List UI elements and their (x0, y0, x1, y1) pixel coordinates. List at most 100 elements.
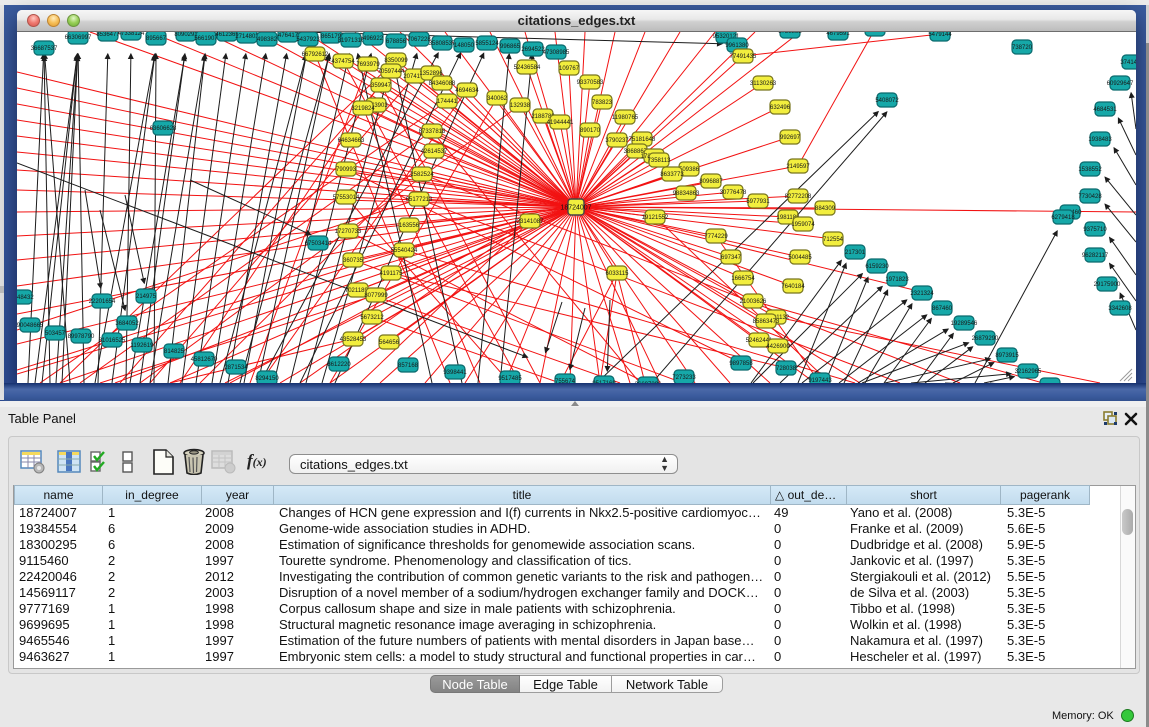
svg-text:29175900: 29175900 (1094, 282, 1121, 288)
svg-text:23141087: 23141087 (517, 219, 544, 225)
svg-text:77491435: 77491435 (730, 54, 757, 60)
svg-text:6279418: 6279418 (1051, 215, 1075, 221)
svg-text:81016525: 81016525 (99, 338, 126, 344)
svg-text:5977931: 5977931 (746, 199, 770, 205)
svg-text:174441: 174441 (437, 99, 458, 105)
svg-text:2149597: 2149597 (786, 164, 810, 170)
svg-text:70597444: 70597444 (378, 69, 405, 75)
svg-text:4374754: 4374754 (331, 59, 355, 65)
svg-text:9961380: 9961380 (725, 43, 749, 49)
svg-text:4191175: 4191175 (380, 271, 404, 277)
svg-text:7730428: 7730428 (1078, 194, 1102, 200)
svg-text:47308985: 47308985 (543, 50, 570, 56)
svg-text:503457: 503457 (45, 331, 66, 337)
svg-text:712554: 712554 (823, 237, 844, 243)
svg-text:84346088: 84346088 (429, 81, 456, 87)
svg-text:8350099: 8350099 (384, 58, 408, 64)
svg-text:19289546: 19289546 (951, 321, 978, 327)
svg-text:3342608: 3342608 (1108, 306, 1132, 312)
svg-text:6033115: 6033115 (606, 271, 630, 277)
svg-text:96282117: 96282117 (1082, 253, 1109, 259)
svg-text:63606628: 63606628 (150, 126, 177, 132)
svg-text:64634663: 64634663 (338, 138, 365, 144)
svg-text:17270733: 17270733 (335, 229, 362, 235)
svg-text:163556: 163556 (399, 223, 420, 229)
svg-text:890170: 890170 (580, 128, 601, 134)
svg-text:1971823: 1971823 (885, 277, 909, 283)
svg-text:2582524: 2582524 (410, 172, 434, 178)
svg-text:55540424: 55540424 (391, 248, 418, 254)
svg-text:93370583: 93370583 (577, 80, 604, 86)
svg-text:4426900: 4426900 (766, 344, 790, 350)
svg-text:496922: 496922 (363, 36, 384, 42)
svg-text:1959074: 1959074 (791, 222, 815, 228)
svg-text:132938: 132938 (510, 103, 531, 109)
svg-text:9375710: 9375710 (1083, 227, 1107, 233)
svg-text:3728882: 3728882 (778, 32, 802, 35)
svg-text:8973915: 8973915 (995, 353, 1019, 359)
svg-text:5855124: 5855124 (475, 41, 499, 47)
svg-text:67503414: 67503414 (305, 241, 332, 247)
svg-text:82772208: 82772208 (785, 194, 812, 200)
svg-text:4679591: 4679591 (826, 32, 850, 37)
svg-text:992697: 992697 (780, 135, 801, 141)
svg-text:895667: 895667 (146, 36, 167, 42)
svg-text:3790237: 3790237 (605, 138, 629, 144)
svg-text:21003626: 21003626 (740, 299, 767, 305)
svg-text:19121552: 19121552 (642, 215, 669, 221)
svg-text:36687537: 36687537 (31, 46, 58, 52)
svg-text:148050: 148050 (454, 43, 475, 49)
svg-text:217301: 217301 (845, 250, 866, 256)
svg-text:42614537: 42614537 (421, 149, 448, 155)
svg-text:7640184: 7640184 (781, 284, 805, 290)
svg-text:3741438: 3741438 (1120, 60, 1136, 66)
svg-text:8612220: 8612220 (327, 362, 351, 368)
svg-text:9897858: 9897858 (729, 361, 753, 367)
svg-text:11980765: 11980765 (612, 115, 639, 121)
svg-text:9517485: 9517485 (498, 376, 522, 382)
svg-text:867460: 867460 (932, 306, 953, 312)
svg-text:45812670: 45812670 (191, 357, 218, 363)
svg-text:1666754: 1666754 (731, 276, 755, 282)
svg-text:5408072: 5408072 (875, 98, 899, 104)
svg-text:98834863: 98834863 (673, 191, 700, 197)
svg-text:8633773: 8633773 (660, 172, 684, 178)
svg-text:81971316: 81971316 (338, 38, 365, 44)
svg-text:109767: 109767 (559, 66, 580, 72)
svg-text:4694634: 4694634 (455, 88, 479, 94)
svg-text:1938483: 1938483 (1088, 137, 1112, 143)
svg-text:783823: 783823 (592, 100, 613, 106)
svg-text:340062: 340062 (487, 96, 508, 102)
svg-text:7693979: 7693979 (356, 62, 380, 68)
svg-text:678856: 678856 (386, 39, 407, 45)
svg-text:60929647: 60929647 (1107, 81, 1134, 87)
svg-text:6960453: 6960453 (863, 32, 887, 33)
svg-text:30776478: 30776478 (720, 190, 747, 196)
svg-text:31130263: 31130263 (750, 81, 777, 87)
svg-text:47338124: 47338124 (118, 32, 145, 37)
svg-text:697347: 697347 (721, 255, 742, 261)
svg-text:8294150: 8294150 (255, 376, 279, 382)
svg-text:359947: 359947 (371, 83, 392, 89)
svg-text:884309: 884309 (815, 206, 836, 212)
svg-text:498382: 498382 (257, 37, 278, 43)
svg-text:52436584: 52436584 (514, 65, 541, 71)
svg-text:728038: 728038 (776, 366, 797, 372)
svg-text:564656: 564656 (379, 340, 400, 346)
svg-text:41944441: 41944441 (547, 120, 574, 126)
svg-text:857168: 857168 (398, 363, 419, 369)
svg-text:57553014: 57553014 (333, 195, 360, 201)
svg-text:75181648: 75181648 (629, 137, 656, 143)
svg-text:8077999: 8077999 (364, 293, 388, 299)
svg-text:65177213: 65177213 (406, 197, 433, 203)
svg-text:2714803: 2714803 (235, 34, 259, 40)
svg-text:32162965: 32162965 (1015, 369, 1042, 375)
svg-text:5479144: 5479144 (928, 32, 952, 38)
svg-text:5004485: 5004485 (788, 255, 812, 261)
svg-text:4684531: 4684531 (1093, 107, 1117, 113)
svg-text:8096887: 8096887 (699, 179, 723, 185)
svg-text:66306997: 66306997 (65, 35, 92, 41)
svg-text:43528453: 43528453 (340, 337, 367, 343)
svg-text:1192619: 1192619 (131, 343, 155, 349)
svg-text:90048665: 90048665 (17, 323, 44, 329)
